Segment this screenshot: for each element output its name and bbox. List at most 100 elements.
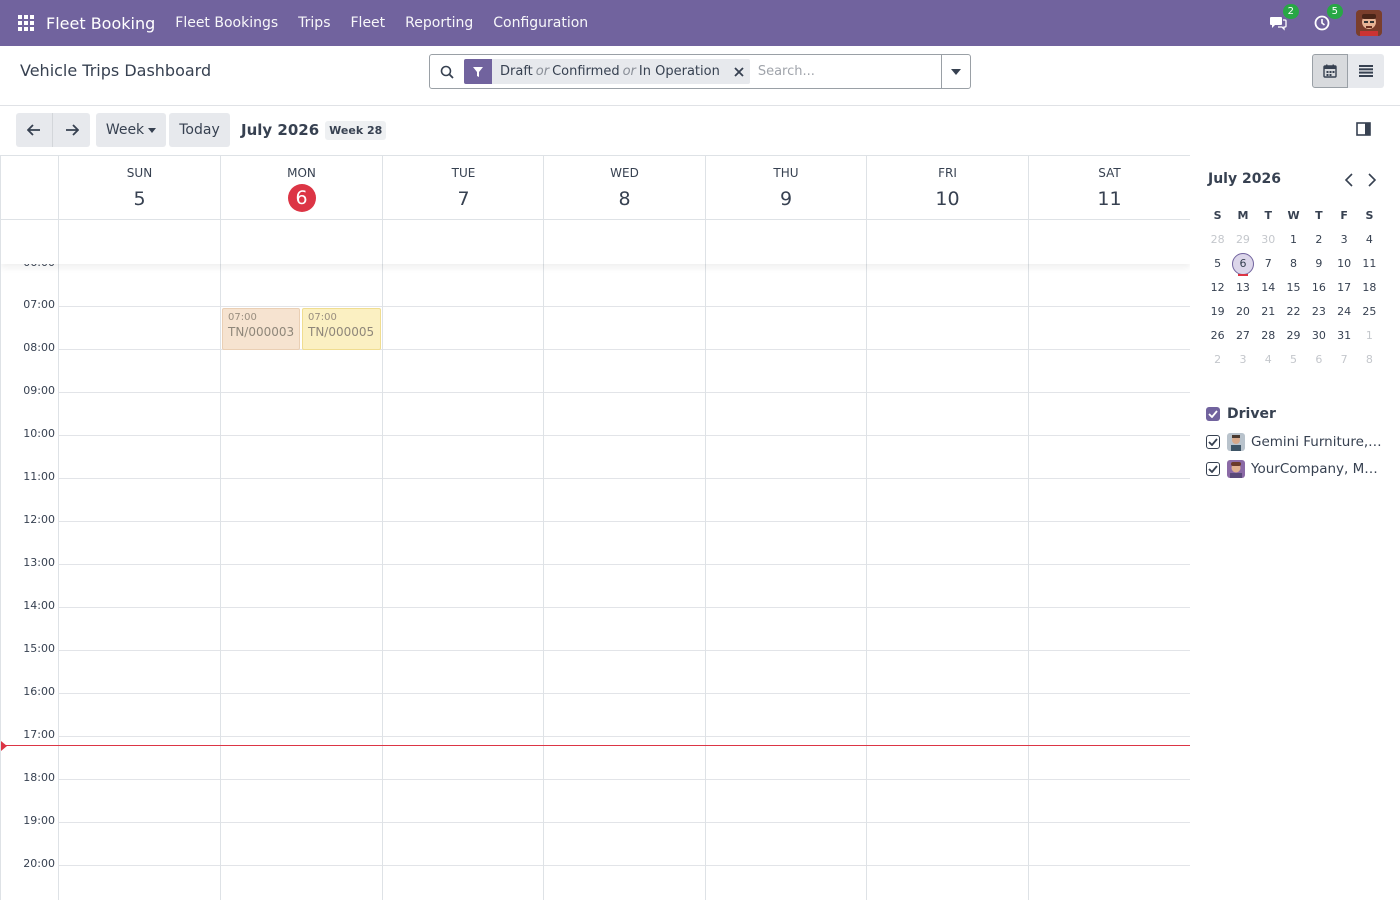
- mini-day[interactable]: 28: [1205, 228, 1230, 252]
- mini-day[interactable]: 15: [1281, 276, 1306, 300]
- mini-day[interactable]: 19: [1205, 300, 1230, 324]
- facet-separator: or: [622, 64, 636, 79]
- mini-day[interactable]: 7: [1256, 252, 1281, 276]
- facet-value-draft: Draft: [500, 64, 533, 79]
- mini-day[interactable]: 17: [1331, 276, 1356, 300]
- day-header-thu[interactable]: THU 9: [705, 156, 866, 220]
- mini-calendar-title: July 2026: [1208, 171, 1281, 187]
- mini-day[interactable]: 16: [1306, 276, 1331, 300]
- menu-trips[interactable]: Trips: [298, 15, 330, 31]
- mini-day[interactable]: 8: [1281, 252, 1306, 276]
- user-avatar[interactable]: [1356, 10, 1382, 36]
- menu-fleet[interactable]: Fleet: [351, 15, 386, 31]
- mini-day[interactable]: 24: [1331, 300, 1356, 324]
- facet-remove-icon[interactable]: [728, 59, 750, 84]
- mini-day[interactable]: 26: [1205, 324, 1230, 348]
- mini-day[interactable]: 11: [1357, 252, 1382, 276]
- filter-facet: Draft or Confirmed or In Operation: [464, 59, 750, 84]
- mini-day[interactable]: 12: [1205, 276, 1230, 300]
- mini-next-chevron-icon[interactable]: [1363, 171, 1381, 189]
- mini-day[interactable]: 3: [1230, 348, 1255, 372]
- mini-day[interactable]: 5: [1205, 252, 1230, 276]
- mini-prev-chevron-icon[interactable]: [1340, 171, 1358, 189]
- mini-day[interactable]: 18: [1357, 276, 1382, 300]
- mini-day[interactable]: 8: [1357, 348, 1382, 372]
- weekday-header: W: [1287, 209, 1300, 222]
- day-header-fri[interactable]: FRI 10: [866, 156, 1028, 220]
- mini-day[interactable]: 3: [1331, 228, 1356, 252]
- mini-day[interactable]: 4: [1357, 228, 1382, 252]
- day-header-sat[interactable]: SAT 11: [1028, 156, 1190, 220]
- mini-day[interactable]: 27: [1230, 324, 1255, 348]
- allday-cell[interactable]: [1028, 220, 1190, 264]
- search-input[interactable]: [757, 56, 941, 87]
- list-view-icon[interactable]: [1348, 54, 1384, 88]
- search-options-dropdown-icon[interactable]: [941, 55, 970, 88]
- allday-cell[interactable]: [382, 220, 543, 264]
- mini-day[interactable]: 13: [1230, 276, 1255, 300]
- menu-fleet-bookings[interactable]: Fleet Bookings: [175, 15, 278, 31]
- search-icon[interactable]: [430, 55, 464, 88]
- mini-day[interactable]: 9: [1306, 252, 1331, 276]
- menu-reporting[interactable]: Reporting: [405, 15, 473, 31]
- day-header-sun[interactable]: SUN 5: [58, 156, 220, 220]
- mini-day[interactable]: 14: [1256, 276, 1281, 300]
- previous-arrow-icon[interactable]: [16, 113, 53, 147]
- mini-day[interactable]: 28: [1256, 324, 1281, 348]
- today-day-number: 6: [287, 184, 316, 212]
- mini-day[interactable]: 7: [1331, 348, 1356, 372]
- day-header-mon[interactable]: MON 6: [220, 156, 382, 220]
- mini-day[interactable]: 20: [1230, 300, 1255, 324]
- mini-day[interactable]: 31: [1331, 324, 1356, 348]
- mini-day[interactable]: 1: [1357, 324, 1382, 348]
- allday-cell[interactable]: [866, 220, 1028, 264]
- mini-day[interactable]: 4: [1256, 348, 1281, 372]
- scale-dropdown-button[interactable]: Week: [96, 113, 166, 147]
- menu-configuration[interactable]: Configuration: [493, 15, 588, 31]
- mini-day[interactable]: 23: [1306, 300, 1331, 324]
- mini-day[interactable]: 2: [1205, 348, 1230, 372]
- allday-cell[interactable]: [58, 220, 220, 264]
- calendar-event[interactable]: 07:00 TN/000003: [222, 308, 300, 350]
- day-name: TUE: [451, 166, 476, 180]
- mini-day[interactable]: 30: [1256, 228, 1281, 252]
- sidebar-toggle-icon[interactable]: [1356, 121, 1374, 139]
- driver-filter-section[interactable]: Driver: [1206, 406, 1276, 422]
- allday-cell[interactable]: [220, 220, 382, 264]
- next-arrow-icon[interactable]: [53, 113, 90, 147]
- mini-day[interactable]: 21: [1256, 300, 1281, 324]
- mini-day[interactable]: 5: [1281, 348, 1306, 372]
- checkbox-checked-icon[interactable]: [1206, 407, 1220, 421]
- calendar-toolbar: Week Today July 2026 Week 28: [16, 113, 387, 147]
- day-name: WED: [610, 166, 639, 180]
- calendar-sidebar: July 2026 S M T W T F S 28 29 30 1 2 3 4…: [1190, 155, 1400, 900]
- weekday-header: F: [1340, 209, 1348, 222]
- calendar-view-icon[interactable]: [1312, 54, 1348, 88]
- checkbox-checked-icon[interactable]: [1206, 435, 1220, 449]
- calendar-event[interactable]: 07:00 TN/000005: [302, 308, 381, 350]
- mini-day-selected[interactable]: 6: [1230, 252, 1255, 276]
- facet-value-confirmed: Confirmed: [552, 64, 620, 79]
- allday-cell[interactable]: [705, 220, 866, 264]
- activities-clock-icon[interactable]: 5: [1312, 4, 1343, 33]
- mini-day[interactable]: 29: [1230, 228, 1255, 252]
- day-header-wed[interactable]: WED 8: [543, 156, 705, 220]
- allday-cell[interactable]: [543, 220, 705, 264]
- driver-filter-label: Gemini Furniture, ...: [1251, 434, 1385, 450]
- day-header-tue[interactable]: TUE 7: [382, 156, 544, 220]
- driver-filter-item[interactable]: Gemini Furniture, ...: [1206, 433, 1386, 451]
- mini-day[interactable]: 6: [1306, 348, 1331, 372]
- mini-day[interactable]: 29: [1281, 324, 1306, 348]
- mini-day[interactable]: 1: [1281, 228, 1306, 252]
- mini-day[interactable]: 25: [1357, 300, 1382, 324]
- mini-day[interactable]: 10: [1331, 252, 1356, 276]
- app-brand[interactable]: Fleet Booking: [46, 14, 155, 33]
- mini-day[interactable]: 2: [1306, 228, 1331, 252]
- today-button[interactable]: Today: [169, 113, 230, 147]
- apps-menu-icon[interactable]: [6, 0, 46, 46]
- driver-filter-item[interactable]: YourCompany, Mar...: [1206, 460, 1386, 478]
- mini-day[interactable]: 22: [1281, 300, 1306, 324]
- checkbox-checked-icon[interactable]: [1206, 462, 1220, 476]
- messages-icon[interactable]: 2: [1268, 4, 1299, 33]
- mini-day[interactable]: 30: [1306, 324, 1331, 348]
